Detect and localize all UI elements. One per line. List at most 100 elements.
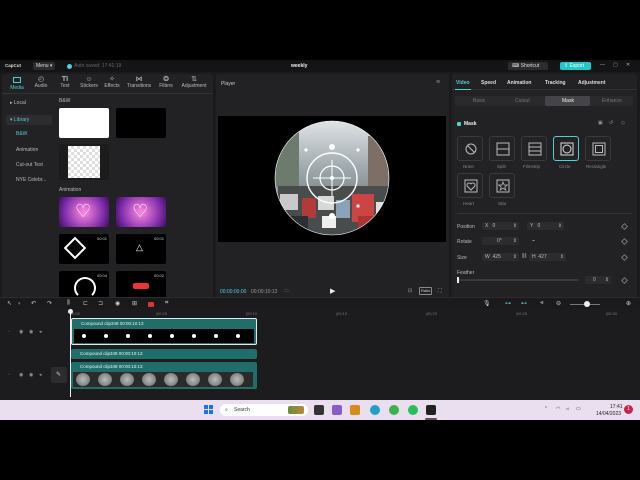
chevron-up-icon[interactable]: ⌃ bbox=[544, 406, 548, 412]
volume-icon[interactable]: ◃ bbox=[566, 406, 569, 412]
mask-rectangle[interactable] bbox=[585, 136, 611, 161]
tab-animation[interactable]: Animation bbox=[507, 80, 531, 86]
compound-clip-middle[interactable]: Compound clip348 00:00:10:13 bbox=[71, 349, 257, 359]
track-audio-icon[interactable]: ◂ bbox=[39, 329, 42, 335]
tab-transitions[interactable]: ⋈ Transitions bbox=[124, 76, 154, 92]
task-view-icon[interactable] bbox=[314, 405, 324, 415]
microphone-icon[interactable]: 🎙 bbox=[483, 300, 491, 307]
timeline-marker-icon[interactable]: ▭ bbox=[284, 288, 289, 294]
track-lock-icon[interactable]: ▫ bbox=[8, 372, 10, 378]
tab-tracking[interactable]: Tracking bbox=[545, 80, 566, 86]
mask-heart[interactable] bbox=[457, 173, 483, 198]
minimize-icon[interactable]: — bbox=[600, 62, 605, 68]
player-menu-icon[interactable]: ≡ bbox=[436, 79, 440, 86]
preview-axis-icon[interactable]: ⫷ bbox=[540, 300, 543, 307]
subtab-enhance[interactable]: Enhance bbox=[602, 98, 622, 104]
size-h-field[interactable]: H 427 ⇕ bbox=[529, 253, 566, 261]
subtab-cutout[interactable]: Cutout bbox=[515, 98, 530, 104]
chrome-icon[interactable] bbox=[389, 405, 399, 415]
play-icon[interactable]: ▶ bbox=[330, 287, 335, 295]
taskbar-search[interactable]: ⌕ Search bbox=[220, 404, 308, 416]
clock-date[interactable]: 14/04/2023 bbox=[596, 411, 621, 417]
mask-star[interactable] bbox=[489, 173, 515, 198]
link-icon[interactable]: ⛓ bbox=[521, 253, 527, 259]
track-eye-icon[interactable]: ◉ bbox=[29, 372, 33, 378]
rotate-keyframe-icon[interactable] bbox=[620, 237, 629, 246]
rotate-dial-icon[interactable]: ⌁ bbox=[532, 238, 535, 244]
feather-slider-handle[interactable] bbox=[457, 277, 459, 283]
tab-media[interactable]: Media bbox=[6, 76, 28, 92]
wifi-icon[interactable]: ◠ bbox=[556, 406, 560, 412]
reset-icon[interactable]: ↺ bbox=[609, 120, 613, 126]
nav-nye[interactable]: NYE Celebr... bbox=[16, 177, 46, 183]
mask-filmstrip[interactable] bbox=[521, 136, 547, 161]
nav-bw[interactable]: B&W bbox=[16, 131, 27, 137]
trim-left-icon[interactable]: ⊏ bbox=[83, 300, 88, 307]
select-tool-icon[interactable]: ↖ bbox=[7, 300, 12, 307]
clock-time[interactable]: 17:41 bbox=[610, 404, 623, 410]
preview-canvas[interactable] bbox=[218, 116, 446, 242]
close-icon[interactable]: ✕ bbox=[626, 62, 630, 68]
feather-slider[interactable] bbox=[457, 279, 579, 281]
feather-field[interactable]: 0 ⇕ bbox=[585, 276, 611, 284]
crop-icon[interactable]: ⌗ bbox=[165, 300, 168, 307]
mirror-icon[interactable]: ⊞ bbox=[132, 300, 137, 307]
ratio-button[interactable]: Ratio bbox=[419, 287, 433, 295]
tab-adjustment[interactable]: ⇅ Adjustment bbox=[179, 76, 209, 92]
rotate-field[interactable]: 0° ⇕ bbox=[482, 237, 519, 245]
trim-right-icon[interactable]: ⊐ bbox=[98, 300, 103, 307]
subtab-mask[interactable]: Mask bbox=[545, 96, 590, 106]
nav-local[interactable]: ▸ Local bbox=[6, 98, 52, 108]
position-y-field[interactable]: Y 0 ⇕ bbox=[527, 222, 564, 230]
tab-adjustment-inspector[interactable]: Adjustment bbox=[578, 80, 606, 86]
zoom-out-icon[interactable]: ⊖ bbox=[556, 300, 561, 307]
playhead-handle[interactable] bbox=[68, 309, 73, 314]
fit-icon[interactable]: ⊡ bbox=[408, 288, 412, 294]
position-x-field[interactable]: X 0 ⇕ bbox=[482, 222, 519, 230]
track-visibility-icon[interactable]: ◉ bbox=[19, 372, 23, 378]
teams-icon[interactable] bbox=[332, 405, 342, 415]
feather-keyframe-icon[interactable] bbox=[620, 276, 629, 285]
edge-icon[interactable] bbox=[370, 405, 380, 415]
tab-effects[interactable]: ✧ Effects bbox=[101, 76, 123, 92]
tab-text[interactable]: TI Text bbox=[54, 76, 76, 92]
record-icon[interactable] bbox=[148, 302, 154, 307]
menu-button[interactable]: Menu ▾ bbox=[33, 62, 56, 70]
size-w-field[interactable]: W 425 ⇕ bbox=[482, 253, 519, 261]
chevron-down-icon[interactable]: ▾ bbox=[18, 301, 21, 307]
freeze-icon[interactable]: ◉ bbox=[115, 300, 120, 307]
mask-checkbox[interactable] bbox=[457, 122, 461, 126]
tab-stickers[interactable]: ☺ Stickers bbox=[77, 76, 101, 92]
zoom-slider-handle[interactable] bbox=[584, 301, 590, 307]
nav-cutout-text[interactable]: Cut-out Text bbox=[16, 162, 43, 168]
tab-speed[interactable]: Speed bbox=[481, 80, 496, 86]
size-keyframe-icon[interactable] bbox=[620, 253, 629, 262]
track-eye-icon[interactable]: ◉ bbox=[29, 329, 33, 335]
nav-animation[interactable]: Animation bbox=[16, 147, 38, 153]
nav-library[interactable]: ▾ Library bbox=[6, 115, 52, 125]
tab-filters[interactable]: ❂ Filters bbox=[155, 76, 177, 92]
whatsapp-icon[interactable] bbox=[408, 405, 418, 415]
file-explorer-icon[interactable] bbox=[350, 405, 360, 415]
invert-icon[interactable]: ▣ bbox=[598, 120, 603, 126]
media-white[interactable] bbox=[59, 108, 109, 138]
track-lock-icon[interactable]: ▫ bbox=[8, 329, 10, 335]
notification-badge[interactable]: 1 bbox=[624, 405, 633, 414]
capcut-taskbar-icon[interactable] bbox=[426, 405, 436, 415]
maximize-icon[interactable]: ▢ bbox=[613, 62, 618, 68]
media-heart-2[interactable]: ♡ bbox=[116, 197, 166, 227]
media-triangle[interactable]: △ 00:01 bbox=[116, 234, 166, 264]
tab-video[interactable]: Video bbox=[456, 80, 470, 86]
subtab-basic[interactable]: Basic bbox=[473, 98, 485, 104]
magnet-icon[interactable]: ⊶ bbox=[505, 300, 511, 307]
keyframe-icon[interactable]: ◇ bbox=[621, 120, 625, 126]
media-transparent[interactable] bbox=[59, 144, 109, 180]
tab-audio[interactable]: ◴ Audio bbox=[30, 76, 52, 92]
position-keyframe-icon[interactable] bbox=[620, 222, 629, 231]
export-button[interactable]: ⇪ Export bbox=[560, 62, 591, 70]
media-diamond[interactable]: 00:01 bbox=[59, 234, 109, 264]
media-black[interactable] bbox=[116, 108, 166, 138]
mask-none[interactable] bbox=[457, 136, 483, 161]
shortcut-button[interactable]: ⌨ Shortcut bbox=[508, 62, 548, 70]
battery-icon[interactable]: ▭ bbox=[576, 406, 581, 412]
